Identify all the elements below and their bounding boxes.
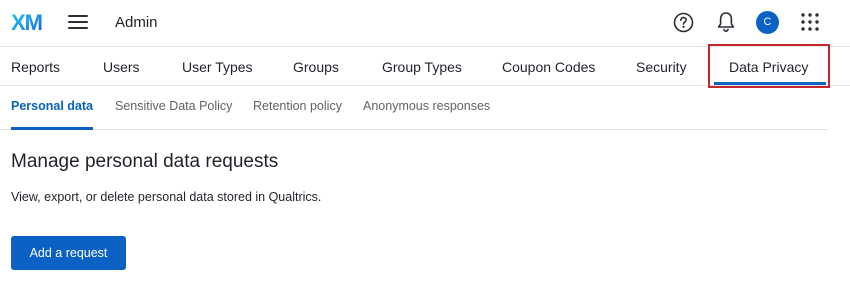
subtab-personal-data[interactable]: Personal data [11, 99, 93, 113]
help-icon[interactable] [673, 12, 694, 33]
page-description: View, export, or delete personal data st… [11, 190, 322, 204]
apps-grid-icon[interactable] [801, 13, 819, 31]
add-request-button[interactable]: Add a request [11, 236, 126, 270]
hamburger-menu-icon[interactable] [68, 14, 88, 30]
active-subtab-indicator [11, 127, 93, 130]
avatar[interactable]: C [756, 11, 779, 34]
page-title: Manage personal data requests [11, 151, 279, 172]
tab-groups[interactable]: Groups [293, 59, 339, 75]
bell-icon[interactable] [716, 11, 736, 33]
app-title: Admin [115, 14, 158, 31]
logo-text: XM [11, 10, 42, 35]
subtab-anonymous-responses[interactable]: Anonymous responses [363, 99, 490, 113]
main-nav: Reports Users User Types Groups Group Ty… [0, 46, 850, 86]
active-tab-indicator [714, 82, 826, 85]
subtab-retention-policy[interactable]: Retention policy [253, 99, 342, 113]
tab-coupon-codes[interactable]: Coupon Codes [502, 59, 595, 75]
top-bar: XM Admin C [0, 0, 850, 46]
tab-users[interactable]: Users [103, 59, 140, 75]
tab-reports[interactable]: Reports [11, 59, 60, 75]
tab-data-privacy[interactable]: Data Privacy [729, 59, 808, 75]
tab-security[interactable]: Security [636, 59, 687, 75]
tab-user-types[interactable]: User Types [182, 59, 253, 75]
xm-logo-icon[interactable]: XM [11, 9, 47, 35]
sub-nav: Personal data Sensitive Data Policy Rete… [0, 86, 828, 130]
subtab-sensitive-data-policy[interactable]: Sensitive Data Policy [115, 99, 232, 113]
tab-group-types[interactable]: Group Types [382, 59, 462, 75]
